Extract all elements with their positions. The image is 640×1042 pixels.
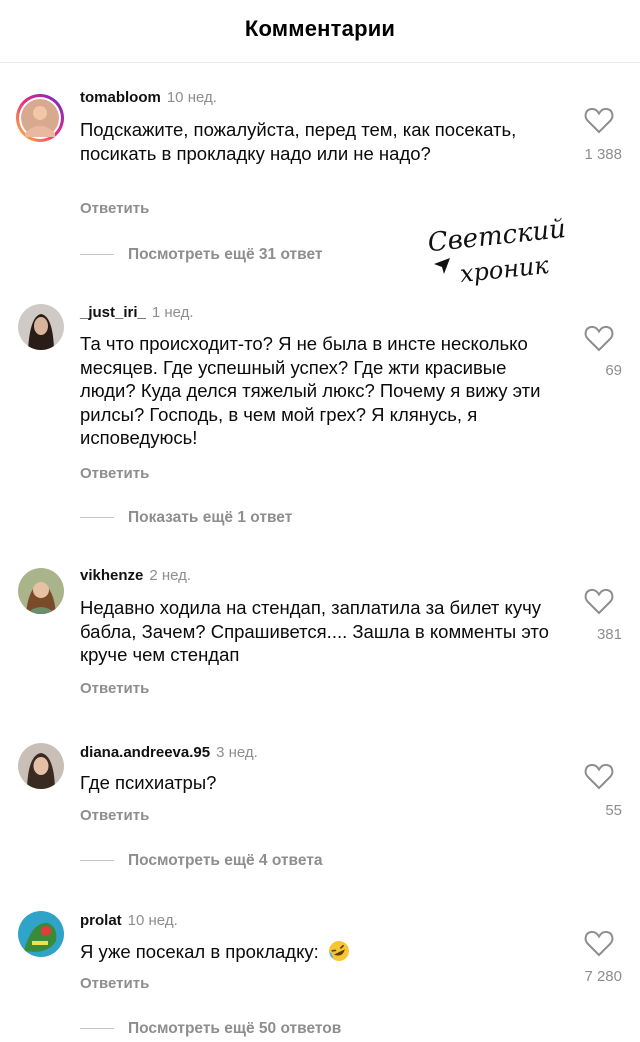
header: Комментарии: [0, 0, 640, 63]
comment-text: Подскажите, пожалуйста, перед тем, как п…: [80, 119, 517, 164]
watermark-logo: Светский хроник: [426, 214, 567, 288]
comment-text: Я уже посекал в прокладку:: [80, 940, 550, 964]
timestamp: 10 нед.: [127, 912, 178, 929]
view-replies-label: Посмотреть ещё 31 ответ: [128, 246, 323, 263]
username[interactable]: _just_iri_: [80, 304, 146, 321]
like-count: 55: [605, 802, 622, 819]
timestamp: 2 нед.: [149, 567, 192, 584]
avatar[interactable]: [15, 93, 65, 143]
telegram-icon: [434, 258, 450, 274]
divider: [80, 1028, 114, 1030]
comment-text-content: Я уже посекал в прокладку:: [80, 941, 319, 962]
comment-text: Та что происходит-то? Я не была в инсте …: [80, 333, 541, 448]
username[interactable]: vikhenze: [80, 567, 143, 584]
comment-meta: vikhenze 2 нед.: [80, 567, 191, 584]
heart-outline-icon[interactable]: [583, 323, 615, 353]
view-replies-button[interactable]: Показать ещё 1 ответ: [80, 509, 292, 527]
timestamp: 10 нед.: [166, 89, 217, 106]
comment-text: Недавно ходила на стендап, заплатила за …: [80, 597, 549, 665]
view-replies-label: Посмотреть ещё 4 ответа: [128, 852, 323, 869]
comment-meta: tomabloom 10 нед.: [80, 89, 217, 106]
comment-text: Где психиатры?: [80, 772, 217, 793]
divider: [80, 860, 114, 862]
username[interactable]: prolat: [80, 912, 122, 929]
view-replies-label: Показать ещё 1 ответ: [128, 509, 293, 526]
watermark-line-2: хроник: [459, 251, 551, 288]
heart-outline-icon[interactable]: [583, 586, 615, 616]
view-replies-button[interactable]: Посмотреть ещё 4 ответа: [80, 852, 322, 870]
reply-button[interactable]: Ответить: [80, 680, 149, 697]
avatar[interactable]: [18, 304, 64, 350]
timestamp: 3 нед.: [216, 744, 258, 761]
like-count: 69: [605, 362, 622, 379]
avatar[interactable]: [18, 911, 64, 957]
comment-meta: diana.andreeva.95 3 нед.: [80, 744, 258, 761]
like-count: 7 280: [584, 968, 622, 985]
view-replies-label: Посмотреть ещё 50 ответов: [128, 1020, 342, 1037]
heart-outline-icon[interactable]: [583, 928, 615, 958]
heart-outline-icon[interactable]: [583, 105, 615, 135]
avatar[interactable]: [18, 568, 64, 614]
timestamp: 1 нед.: [151, 304, 194, 321]
page-title: Комментарии: [244, 16, 396, 41]
view-replies-button[interactable]: Посмотреть ещё 50 ответов: [80, 1020, 341, 1038]
avatar[interactable]: [18, 743, 64, 789]
reply-button[interactable]: Ответить: [80, 807, 149, 824]
divider: [80, 517, 114, 519]
comment-meta: prolat 10 нед.: [80, 912, 178, 929]
rolling-on-floor-laughing-emoji: [328, 941, 349, 961]
username[interactable]: diana.andreeva.95: [80, 744, 210, 761]
reply-button[interactable]: Ответить: [80, 975, 149, 992]
reply-button[interactable]: Ответить: [80, 200, 149, 217]
username[interactable]: tomabloom: [80, 89, 161, 106]
heart-outline-icon[interactable]: [583, 761, 615, 791]
like-count: 381: [596, 626, 622, 643]
like-count: 1 388: [584, 146, 622, 163]
divider: [80, 254, 114, 256]
view-replies-button[interactable]: Посмотреть ещё 31 ответ: [80, 246, 322, 264]
comment-meta: _just_iri_ 1 нед.: [80, 304, 194, 321]
reply-button[interactable]: Ответить: [80, 465, 149, 482]
